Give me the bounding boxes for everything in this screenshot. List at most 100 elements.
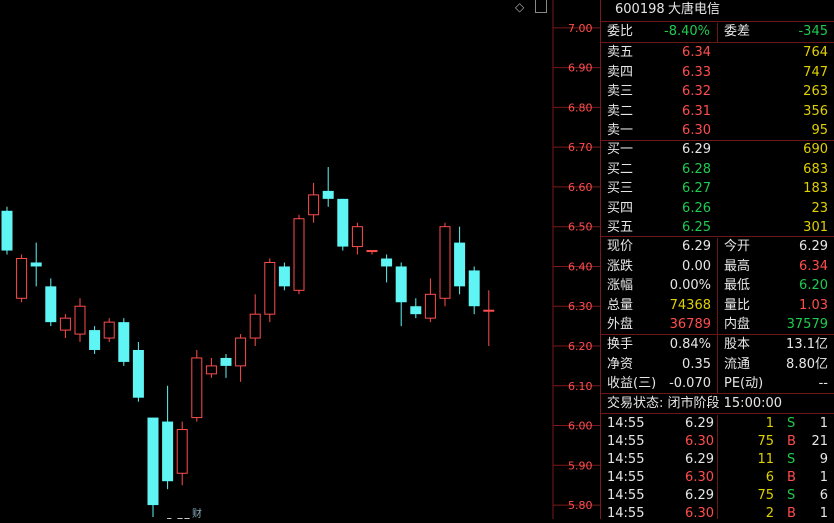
candle-body[interactable] — [74, 305, 86, 335]
quote-value: 36789 — [669, 317, 711, 332]
candle-body[interactable] — [468, 270, 480, 307]
candle-body[interactable] — [410, 306, 422, 315]
candle-body[interactable] — [162, 421, 174, 482]
candle-body[interactable] — [322, 190, 334, 199]
tick-volume: 6 — [765, 470, 774, 485]
candle-body[interactable] — [381, 258, 393, 267]
tick-price: 6.29 — [685, 452, 714, 467]
candle-body[interactable] — [16, 258, 28, 299]
candle-body[interactable] — [118, 322, 130, 362]
candle-body[interactable] — [366, 250, 378, 253]
quote-value: 0.00 — [682, 258, 711, 274]
quote-value: 6.29 — [682, 239, 711, 254]
diamond-icon[interactable]: ◇ — [515, 0, 524, 14]
candle-body[interactable] — [249, 313, 261, 339]
quote-value: 1.03 — [799, 297, 828, 313]
candle-body[interactable] — [132, 349, 144, 398]
fund-label: PE(动) — [724, 376, 764, 391]
fund-label: 股本 — [724, 337, 751, 352]
bid-label: 买三 — [607, 181, 634, 196]
tick-count: 1 — [819, 506, 828, 521]
quote-value: 37579 — [786, 317, 828, 332]
candle-body[interactable] — [30, 262, 42, 267]
candle-body[interactable] — [264, 261, 276, 315]
tick-volume: 75 — [757, 488, 774, 503]
bid-price: 6.27 — [682, 181, 711, 196]
tick-count: 21 — [811, 434, 828, 449]
candle-body[interactable] — [483, 309, 495, 312]
candle-body[interactable] — [103, 321, 115, 339]
bid-price: 6.28 — [682, 161, 711, 177]
ask-price: 6.30 — [682, 123, 711, 138]
candle-body[interactable] — [278, 266, 290, 287]
y-tick-label: 6.90 — [568, 62, 593, 75]
tick-count: 9 — [819, 452, 828, 467]
candle-body[interactable] — [1, 210, 13, 251]
bid-row[interactable]: 买五 6.25 301 — [601, 219, 834, 237]
bid-volume: 301 — [803, 220, 828, 235]
candle-body[interactable] — [235, 337, 247, 367]
bid-label: 买一 — [607, 142, 634, 157]
y-tick-label: 6.40 — [568, 260, 593, 273]
ask-label: 卖四 — [607, 64, 634, 80]
bid-label: 买五 — [607, 220, 634, 235]
fund-value: 0.84% — [669, 337, 711, 352]
ask-label: 卖二 — [607, 103, 634, 119]
y-tick-label: 6.00 — [568, 420, 593, 433]
tick-volume: 1 — [765, 416, 774, 431]
quote-label: 外盘 — [607, 317, 634, 332]
candle-body[interactable] — [59, 317, 71, 331]
bid-label: 买四 — [607, 200, 634, 216]
window-icon[interactable] — [535, 0, 547, 13]
candle-body[interactable] — [293, 218, 305, 291]
candle-body[interactable] — [424, 293, 436, 319]
candle-body[interactable] — [351, 226, 363, 248]
candle-body[interactable] — [395, 266, 407, 303]
bid-volume: 683 — [803, 161, 828, 177]
y-tick-label: 6.10 — [568, 380, 593, 393]
candle-body[interactable] — [89, 330, 101, 350]
candle-body[interactable] — [205, 365, 217, 375]
ask-price: 6.33 — [682, 64, 711, 80]
candle-body[interactable] — [147, 417, 159, 506]
ask-row[interactable]: 卖一 6.30 95 — [601, 122, 834, 140]
tick-time: 14:55 — [607, 488, 645, 503]
quote-value: 6.29 — [799, 239, 828, 254]
ask-row[interactable]: 卖二 6.31 356 — [601, 103, 834, 121]
tick-time: 14:55 — [607, 452, 645, 467]
bid-row[interactable]: 买一 6.29 690 — [601, 141, 834, 159]
tick-count: 1 — [819, 470, 828, 485]
candle-body[interactable] — [439, 226, 451, 299]
ask-row[interactable]: 卖三 6.32 263 — [601, 83, 834, 101]
y-tick-label: 5.80 — [568, 499, 593, 512]
candle-body[interactable] — [45, 286, 57, 323]
candle-body[interactable] — [191, 357, 203, 419]
tick-volume: 11 — [757, 452, 774, 467]
candle-body[interactable] — [308, 194, 320, 216]
fund-value: -- — [818, 376, 828, 391]
ask-row[interactable]: 卖五 6.34 764 — [601, 44, 834, 62]
bid-row[interactable]: 买三 6.27 183 — [601, 180, 834, 198]
candle-body[interactable] — [337, 198, 349, 247]
candle-body[interactable] — [454, 242, 466, 287]
candle-body[interactable] — [220, 357, 232, 366]
bid-row[interactable]: 买四 6.26 23 — [601, 200, 834, 218]
bid-volume: 690 — [803, 142, 828, 157]
quote-value: 6.34 — [799, 258, 828, 274]
ask-volume: 747 — [803, 64, 828, 80]
ask-volume: 356 — [803, 103, 828, 119]
stock-name: 大唐电信 — [668, 2, 721, 17]
ask-row[interactable]: 卖四 6.33 747 — [601, 64, 834, 82]
candle-body[interactable] — [176, 429, 188, 474]
finance-marker[interactable]: 财 — [192, 507, 202, 520]
fund-label: 流通 — [724, 356, 751, 372]
ask-price: 6.34 — [682, 45, 711, 60]
fund-value: 8.80亿 — [786, 356, 828, 372]
bid-row[interactable]: 买二 6.28 683 — [601, 161, 834, 179]
fund-value: -0.070 — [669, 376, 711, 391]
candlestick-chart[interactable]: 7.00 6.90 6.80 6.70 6.60 6.50 6.40 6.30 6.20 6.10… — [0, 0, 600, 523]
tick-price: 6.30 — [685, 506, 714, 521]
tick-side: S — [787, 416, 796, 431]
ask-volume: 263 — [803, 84, 828, 99]
ask-label: 卖五 — [607, 45, 634, 60]
